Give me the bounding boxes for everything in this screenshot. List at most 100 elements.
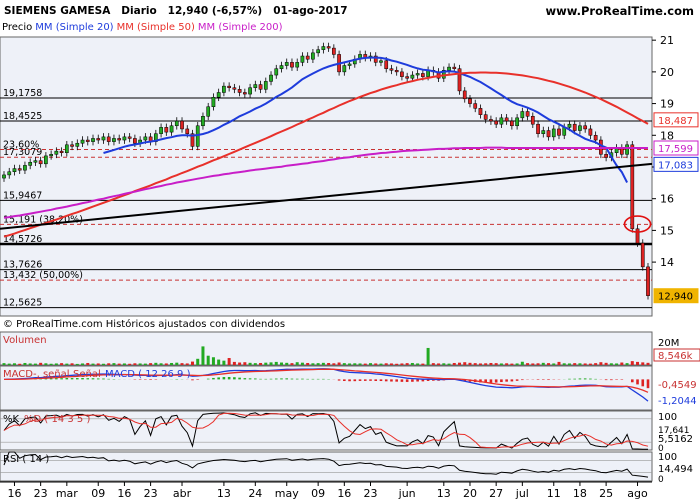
macd-histogram-bar — [212, 377, 215, 380]
macd-histogram-bar — [358, 379, 362, 381]
candle-body — [12, 168, 17, 172]
volume-bar — [211, 357, 215, 365]
candle-body — [290, 62, 294, 68]
volume-bar — [232, 361, 236, 365]
macd-histogram-bar — [536, 379, 540, 380]
candle-body — [185, 128, 190, 134]
volume-bar — [374, 363, 378, 365]
x-tick-label: abr — [173, 487, 192, 500]
candle-body — [242, 92, 247, 95]
candle-body — [2, 174, 6, 179]
candle-body — [494, 120, 499, 125]
volume-bar — [478, 363, 482, 365]
volume-bar — [18, 363, 22, 365]
volume-bar — [615, 363, 619, 365]
macd-histogram-bar — [510, 379, 514, 382]
candle-body — [604, 154, 608, 158]
volume-bar — [620, 362, 624, 365]
macd-histogram-bar — [269, 378, 273, 380]
volume-bar — [248, 362, 252, 365]
macd-histogram-bar — [589, 378, 592, 380]
volume-bar — [60, 363, 64, 365]
volume-bar — [541, 362, 545, 365]
candle-body — [473, 103, 478, 109]
candle-body — [640, 242, 645, 268]
x-tick-label: 25 — [599, 487, 613, 500]
macd-histogram-bar — [390, 379, 393, 382]
x-tick-label: 11 — [547, 487, 561, 500]
volume-bar — [7, 363, 11, 365]
candle-body — [122, 136, 127, 141]
candle-body — [394, 70, 399, 73]
macd-histogram-bar — [264, 378, 268, 380]
volume-bar — [473, 363, 477, 365]
volume-bar — [190, 361, 194, 365]
candle-body — [49, 154, 53, 157]
macd-histogram-bar — [280, 378, 283, 380]
candle-body — [263, 81, 268, 90]
volume-bar — [609, 363, 613, 365]
candle-body — [85, 139, 90, 142]
macd-histogram-bar — [337, 379, 341, 381]
candle-body — [133, 138, 137, 144]
volume-bar — [337, 362, 341, 365]
volume-bar — [274, 361, 278, 365]
volume-bar — [494, 363, 498, 365]
macd-histogram-bar — [374, 379, 378, 381]
volume-bar — [101, 363, 105, 365]
volume-bar — [290, 363, 294, 365]
candle-body — [400, 71, 404, 77]
macd-histogram-bar — [379, 379, 383, 382]
volume-bar — [426, 347, 430, 365]
x-tick-label: 16 — [7, 487, 21, 500]
macd-histogram-bar — [259, 378, 262, 380]
candle-body — [91, 138, 95, 142]
candle-body — [248, 87, 252, 95]
rsi-tick-0: 0 — [658, 475, 664, 485]
macd-histogram-bar — [583, 378, 587, 380]
candle-body — [222, 85, 226, 93]
volume-label: Volumen — [3, 335, 47, 346]
macd-histogram-bar — [384, 379, 388, 382]
volume-bar — [81, 363, 85, 365]
macd-histogram-bar — [243, 378, 247, 380]
macd-histogram-bar — [568, 378, 571, 380]
y-tick-label: 15 — [660, 224, 674, 237]
volume-bar — [75, 363, 79, 365]
macd-histogram-bar — [547, 379, 550, 381]
candle-body — [169, 125, 174, 133]
volume-bar — [421, 363, 425, 365]
macd-histogram-bar — [604, 379, 608, 381]
volume-bar — [389, 363, 393, 365]
macd-histogram-bar — [630, 379, 634, 383]
volume-bar — [170, 362, 174, 365]
volume-bar — [154, 362, 158, 365]
macd-histogram-bar — [343, 379, 346, 382]
candle-body — [452, 66, 457, 69]
volume-bar — [526, 363, 530, 365]
volume-bar — [552, 363, 556, 365]
candle-body — [379, 60, 383, 63]
x-tick-label: 23 — [364, 487, 378, 500]
candle-body — [405, 76, 410, 79]
chart-area[interactable]: 141516171819202119,175818,452517,307923,… — [0, 0, 700, 500]
volume-bar — [96, 363, 100, 365]
candle-body — [38, 160, 43, 165]
candle-body — [28, 161, 33, 166]
volume-bar — [164, 363, 168, 365]
volume-top-tick: 20M — [658, 338, 679, 349]
volume-bar — [33, 363, 37, 365]
macd-histogram-bar — [646, 379, 650, 389]
candle-body — [525, 111, 530, 117]
candle-body — [567, 123, 572, 128]
macd-histogram-bar — [254, 378, 257, 380]
volume-bar — [342, 363, 346, 365]
candle-body — [295, 62, 300, 68]
candle-body — [112, 138, 116, 142]
level-label: 19,1758 — [3, 88, 42, 99]
macd-histogram-bar — [301, 378, 304, 380]
candle-body — [578, 125, 582, 131]
candle-body — [143, 136, 148, 141]
candle-body — [646, 266, 650, 296]
macd-histogram-bar — [285, 378, 289, 380]
